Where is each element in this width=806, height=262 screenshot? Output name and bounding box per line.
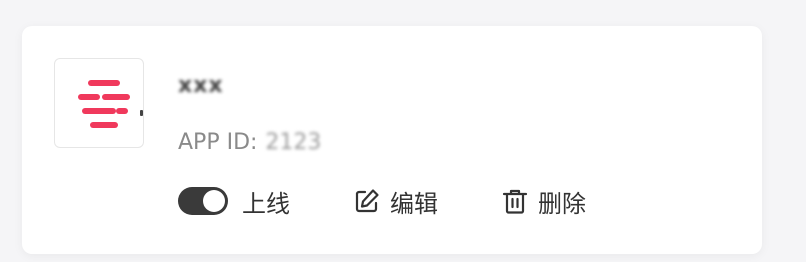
app-id-value: 2123 bbox=[265, 130, 322, 155]
app-name-text: xxx bbox=[178, 72, 224, 98]
app-name: xxx bbox=[178, 71, 224, 99]
edit-icon bbox=[355, 189, 379, 213]
online-toggle-label: 上线 bbox=[242, 189, 290, 218]
online-toggle-action[interactable]: 上线 bbox=[178, 184, 290, 219]
app-id-label: APP ID: bbox=[178, 130, 258, 155]
app-logo-icon bbox=[54, 58, 144, 148]
edit-button[interactable]: 编辑 bbox=[352, 184, 438, 219]
delete-button[interactable]: 删除 bbox=[500, 184, 586, 219]
online-toggle-switch[interactable] bbox=[178, 187, 228, 215]
edit-label: 编辑 bbox=[390, 189, 438, 218]
app-id-row: APP ID: 2123 bbox=[178, 130, 321, 155]
toggle-knob bbox=[203, 190, 225, 212]
delete-label: 删除 bbox=[538, 189, 586, 218]
logo-edge-mark bbox=[140, 110, 143, 116]
trash-icon bbox=[502, 189, 528, 214]
action-bar: 上线 编辑 删除 bbox=[178, 183, 586, 219]
app-card: xxx APP ID: 2123 上线 编辑 删除 bbox=[22, 26, 762, 254]
